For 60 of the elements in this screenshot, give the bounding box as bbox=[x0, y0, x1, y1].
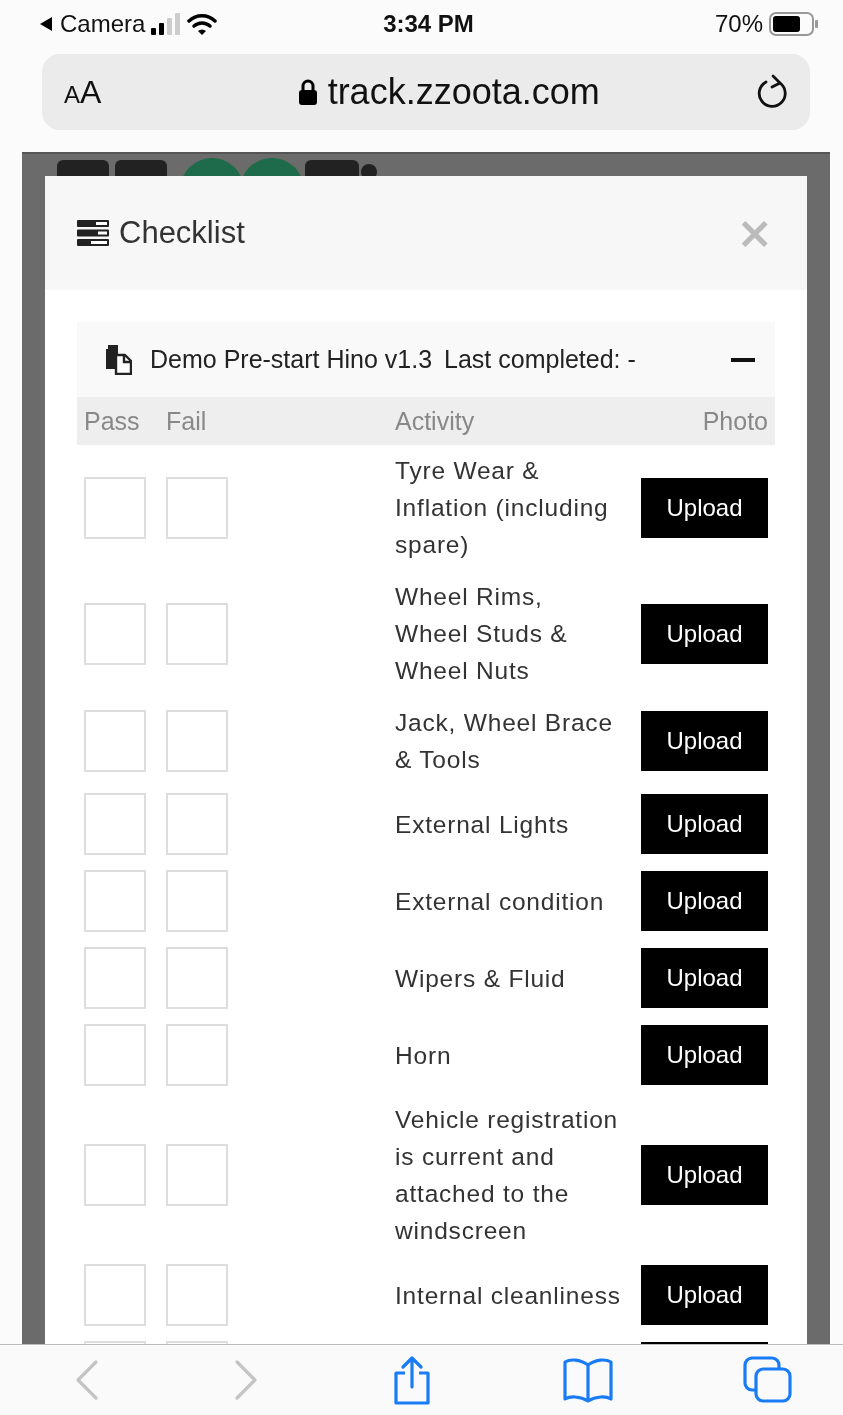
back-arrow-icon bbox=[38, 15, 54, 33]
fail-checkbox[interactable] bbox=[166, 1264, 228, 1326]
tabs-icon[interactable] bbox=[743, 1356, 793, 1404]
dialog-title: Checklist bbox=[119, 215, 245, 251]
documents-icon bbox=[104, 344, 132, 375]
pass-checkbox[interactable] bbox=[84, 870, 146, 932]
upload-button[interactable]: Upload bbox=[641, 1145, 768, 1205]
fail-checkbox[interactable] bbox=[166, 710, 228, 772]
wifi-icon bbox=[187, 13, 218, 35]
upload-button[interactable]: Upload bbox=[641, 948, 768, 1008]
upload-button[interactable]: Upload bbox=[641, 794, 768, 854]
activity-text: Wipers & Fluid bbox=[395, 963, 567, 994]
address-bar[interactable]: AA track.zzoota.com bbox=[42, 54, 810, 130]
upload-button[interactable]: Upload bbox=[641, 711, 768, 771]
list-icon bbox=[77, 220, 109, 246]
lock-icon bbox=[297, 79, 318, 105]
fail-checkbox[interactable] bbox=[166, 1144, 228, 1206]
column-header: Fail bbox=[166, 406, 208, 436]
upload-button[interactable]: Upload bbox=[641, 477, 768, 538]
pass-checkbox[interactable] bbox=[84, 1144, 146, 1206]
back-app-label[interactable]: Camera bbox=[60, 10, 146, 38]
activity-text: Tyre Wear & Inflation (including spare) bbox=[395, 456, 610, 560]
bookmarks-icon[interactable] bbox=[561, 1357, 614, 1403]
collapse-icon[interactable] bbox=[731, 357, 755, 362]
fail-checkbox[interactable] bbox=[166, 793, 228, 855]
pass-checkbox[interactable] bbox=[84, 793, 146, 855]
upload-button[interactable]: Upload bbox=[641, 1265, 768, 1325]
pass-checkbox[interactable] bbox=[84, 1264, 146, 1326]
text-size-button[interactable]: AA bbox=[64, 73, 102, 111]
fail-checkbox[interactable] bbox=[166, 870, 228, 932]
clock: 3:34 PM bbox=[383, 10, 474, 38]
pass-checkbox[interactable] bbox=[84, 476, 146, 539]
pass-checkbox[interactable] bbox=[84, 602, 146, 665]
battery-icon bbox=[769, 12, 819, 36]
fail-checkbox[interactable] bbox=[166, 602, 228, 665]
pass-checkbox[interactable] bbox=[84, 1024, 146, 1086]
fail-checkbox[interactable] bbox=[166, 947, 228, 1009]
fail-checkbox[interactable] bbox=[166, 1024, 228, 1086]
activity-text: Wheel Rims, Wheel Studs & Wheel Nuts bbox=[395, 582, 569, 686]
battery-percent: 70% bbox=[714, 10, 763, 38]
checklist-name: Demo Pre-start Hino v1.3 bbox=[150, 345, 433, 374]
activity-text: Horn bbox=[395, 1040, 453, 1071]
reload-icon[interactable] bbox=[756, 74, 790, 110]
url-text: track.zzoota.com bbox=[327, 71, 600, 113]
fail-checkbox[interactable] bbox=[166, 476, 228, 539]
activity-text: Internal cleanliness bbox=[395, 1280, 622, 1311]
upload-button[interactable]: Upload bbox=[641, 1025, 768, 1085]
activity-text: Jack, Wheel Brace & Tools bbox=[395, 708, 614, 775]
activity-text: Vehicle registration is current and attached to the windscreen bbox=[395, 1105, 619, 1246]
column-header: Activity bbox=[395, 406, 476, 436]
pass-checkbox[interactable] bbox=[84, 710, 146, 772]
pass-checkbox[interactable] bbox=[84, 947, 146, 1009]
column-header: Photo bbox=[701, 406, 768, 436]
column-header: Pass bbox=[84, 406, 141, 436]
upload-button[interactable]: Upload bbox=[641, 871, 768, 931]
last-completed: Last completed: - bbox=[444, 345, 636, 374]
upload-button[interactable]: Upload bbox=[641, 603, 768, 664]
activity-text: External Lights bbox=[395, 809, 571, 840]
signal-icon bbox=[151, 13, 182, 35]
activity-text: External condition bbox=[395, 886, 606, 917]
